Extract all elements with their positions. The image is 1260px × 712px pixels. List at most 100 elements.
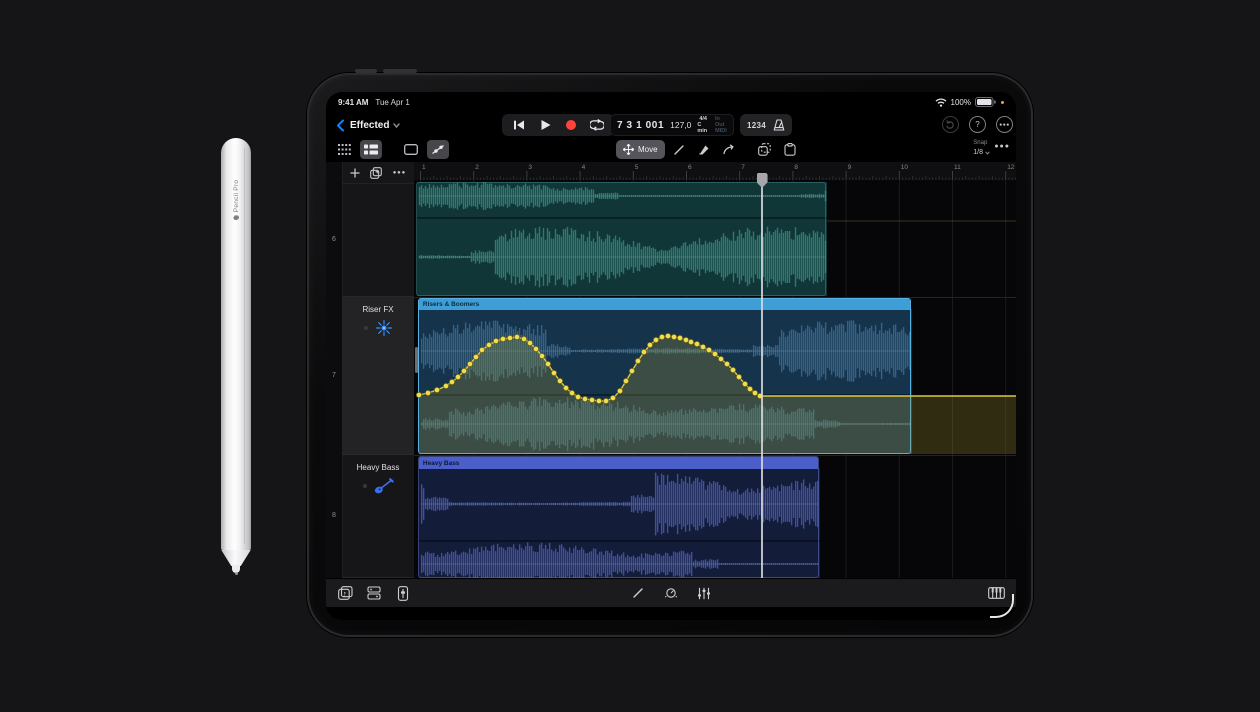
tracks-lane-area[interactable]: 123456789101112 Risers & Boomers Heavy B… (414, 162, 1016, 578)
track-state-dot[interactable] (363, 484, 367, 488)
back-button[interactable] (332, 116, 348, 134)
track-name: Riser FX (362, 305, 393, 315)
ruler-bar-label: 7 (741, 164, 745, 171)
metronome-button[interactable] (773, 119, 785, 131)
ruler-bar-label: 11 (954, 164, 961, 171)
track-number: 8 (326, 512, 342, 519)
battery-icon (975, 97, 996, 107)
snap-value: 1/8 (973, 148, 983, 157)
lcd-display[interactable]: 7 3 1 001 127,0 4/4 C min In Out MIDI (610, 114, 734, 136)
ruler-bar-label: 2 (475, 164, 479, 171)
vertical-scrollbar[interactable] (415, 347, 418, 373)
clock: 9:41 AM (338, 98, 368, 107)
track-header-heavy-bass[interactable]: Heavy Bass (342, 455, 414, 578)
pencil-tip-point (235, 572, 238, 575)
project-menu[interactable]: Effected (350, 116, 400, 134)
browser-button[interactable] (333, 140, 355, 159)
top-button (355, 69, 377, 73)
go-to-beginning-button[interactable] (509, 116, 529, 134)
arrange-workspace: 6 7 8 ●●● (326, 162, 1016, 578)
toolbar-more-button[interactable]: ●●● (994, 143, 1010, 150)
chevron-down-icon (393, 123, 400, 128)
ruler-bar-label: 1 (422, 164, 426, 171)
apple-logo-icon (233, 215, 239, 220)
region-heavy-bass[interactable]: Heavy Bass (418, 456, 819, 578)
ruler-bar-label: 12 (1007, 164, 1014, 171)
automation-view-button[interactable] (427, 140, 449, 159)
region-track6[interactable] (416, 182, 826, 296)
volume-buttons (383, 69, 417, 73)
help-glyph: ? (975, 120, 979, 129)
midi-in-out: In Out (715, 116, 727, 128)
midi-activity-display: In Out MIDI (715, 116, 727, 134)
duplicate-track-button[interactable] (370, 167, 382, 179)
ruler-bar-label: 4 (582, 164, 586, 171)
region-name: Heavy Bass (423, 460, 460, 467)
undo-button[interactable] (942, 116, 959, 133)
pencil-flat-edge (244, 148, 245, 544)
loop-browser-button[interactable]: ♪ (335, 583, 355, 603)
add-track-button[interactable] (350, 168, 360, 178)
record-button[interactable] (561, 116, 581, 134)
transport-controls (502, 114, 614, 136)
track-number-strip: 6 7 8 (326, 162, 343, 578)
track-header-6[interactable] (342, 184, 414, 297)
midi-label: MIDI (715, 128, 727, 134)
play-button[interactable] (535, 116, 555, 134)
bass-guitar-icon (374, 477, 394, 495)
tempo-display: 127,0 (670, 120, 691, 130)
more-options-button[interactable]: ●●● (996, 116, 1013, 133)
track-header-column: 6 7 8 ●●● (326, 162, 414, 578)
ruler-bar-label: 5 (635, 164, 639, 171)
move-icon (623, 144, 634, 155)
product-photo-stage: Pencil Pro 9:41 AM Tue Apr 1 100% (0, 0, 1260, 712)
metronome-group: 1234 (740, 114, 792, 136)
track-number: 7 (326, 372, 342, 379)
controls-knob-button[interactable] (661, 583, 681, 603)
plugins-button[interactable] (364, 583, 384, 603)
playhead-position-display: 7 3 1 001 (617, 120, 664, 131)
recording-indicator-dot (1001, 101, 1004, 104)
move-tool-label: Move (638, 145, 658, 154)
move-tool-button[interactable]: Move (616, 140, 665, 159)
key-signature-display: 4/4 C min (697, 116, 709, 134)
region-inspector-button[interactable] (400, 140, 422, 159)
track-list-more-button[interactable]: ●●● (393, 170, 406, 176)
copy-button[interactable] (754, 140, 776, 159)
track-state-dot[interactable] (364, 326, 368, 330)
status-bar: 9:41 AM Tue Apr 1 100% (326, 92, 1016, 112)
paste-button[interactable] (779, 140, 801, 159)
track-header-riser-fx[interactable]: Riser FX (342, 297, 414, 455)
fader-button[interactable] (393, 583, 413, 603)
track-number: 6 (326, 236, 342, 243)
pencil-tool-button[interactable] (668, 140, 690, 159)
ruler-bar-label: 9 (848, 164, 852, 171)
apple-pencil-pro: Pencil Pro (221, 138, 251, 576)
help-button[interactable]: ? (969, 116, 986, 133)
pencil-edit-button[interactable] (628, 583, 648, 603)
battery-percent: 100% (951, 98, 971, 107)
region-risers-and-boomers[interactable]: Risers & Boomers (418, 298, 911, 454)
burst-icon (375, 319, 393, 337)
bottom-toolbar: ♪ (326, 578, 1016, 607)
project-title: Effected (350, 120, 389, 131)
chevron-down-icon (985, 151, 990, 155)
brush-tool-button[interactable] (693, 140, 715, 159)
edit-toolbar: Move (326, 138, 1016, 162)
svg-text:♪: ♪ (342, 591, 346, 599)
mixer-button[interactable] (694, 583, 714, 603)
pencil-tip-cone (221, 550, 251, 566)
playhead-line (761, 175, 763, 578)
count-in-button[interactable]: 1234 (747, 121, 766, 130)
wifi-icon (935, 98, 947, 107)
pencil-label-text: Pencil Pro (233, 180, 240, 213)
screen-corner-highlight (990, 594, 1014, 618)
tracks-view-button[interactable] (360, 140, 382, 159)
snap-control[interactable]: Snap 1/8 (973, 139, 990, 157)
cycle-button[interactable] (587, 116, 607, 134)
ruler-bar-label: 3 (528, 164, 532, 171)
pencil-engraving: Pencil Pro (230, 163, 242, 237)
main-toolbar: Effected (326, 112, 1016, 138)
curve-tool-button[interactable] (718, 140, 740, 159)
track-name: Heavy Bass (357, 463, 400, 473)
